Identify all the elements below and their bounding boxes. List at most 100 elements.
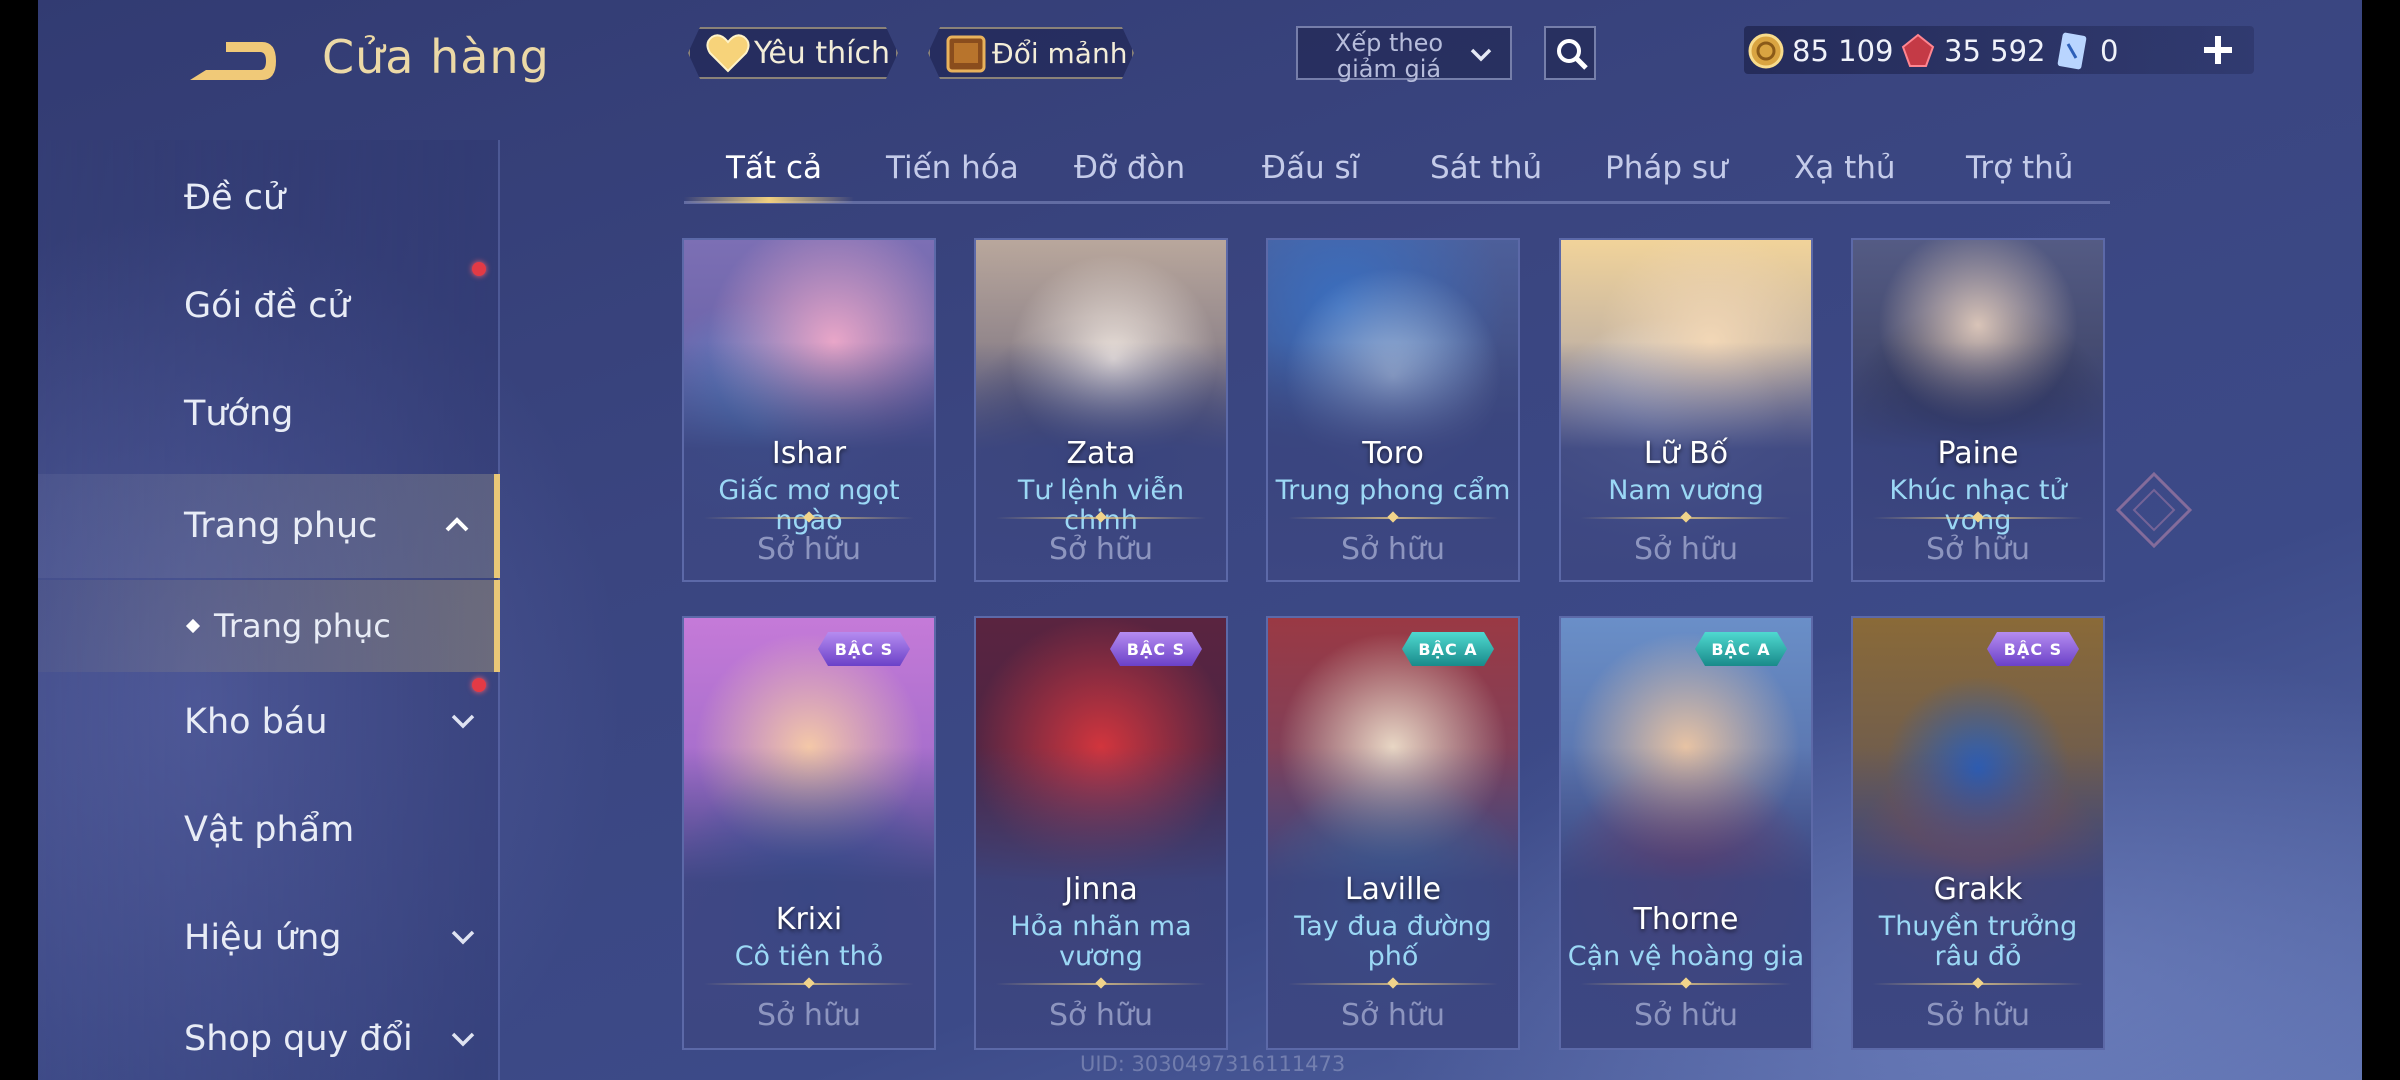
- hero-name: Grakk: [1933, 872, 2023, 907]
- sidebar-item-effects[interactable]: Hiệu ứng: [38, 890, 500, 986]
- sidebar-item-recommended[interactable]: Đề cử: [38, 150, 500, 246]
- voucher-amount: 0: [2100, 34, 2119, 68]
- skin-card[interactable]: Lữ Bố Nam vương Sở hữu: [1559, 238, 1813, 582]
- tab-tank[interactable]: Đỡ đòn: [1074, 150, 1185, 186]
- skin-card[interactable]: Toro Trung phong cẩm Sở hữu: [1266, 238, 1520, 582]
- chevron-down-icon: [451, 1032, 475, 1047]
- hero-name: Zata: [1066, 436, 1136, 471]
- sidebar-item-label: Shop quy đổi: [184, 1019, 413, 1059]
- right-letterbox: [2362, 0, 2400, 1080]
- sidebar-item-label: Hiệu ứng: [184, 918, 342, 958]
- tab-all[interactable]: Tất cả: [726, 150, 822, 186]
- sidebar-item-label: Kho báu: [184, 702, 328, 742]
- left-letterbox: [0, 0, 38, 1080]
- chevron-down-icon: [451, 714, 475, 729]
- sidebar-item-label: Vật phẩm: [184, 810, 355, 850]
- sidebar-item-label: Đề cử: [184, 178, 286, 218]
- voucher-currency: 0: [2056, 28, 2118, 74]
- sidebar-item-heroes[interactable]: Tướng: [38, 366, 500, 462]
- sidebar-item-label: Trang phục: [214, 607, 391, 645]
- hero-name: Krixi: [775, 902, 843, 937]
- sidebar-item-items[interactable]: Vật phẩm: [38, 782, 500, 878]
- tab-evolution[interactable]: Tiến hóa: [886, 150, 1019, 186]
- search-button[interactable]: [1544, 26, 1596, 80]
- gold-currency: 85 109: [1748, 28, 1893, 74]
- shard-exchange-label: Đổi mảnh: [992, 36, 1128, 70]
- hero-name: Ishar: [771, 436, 847, 471]
- sort-dropdown[interactable]: Xếp theo giảm giá: [1296, 26, 1512, 83]
- tier-badge: BẬC S: [1987, 632, 2079, 666]
- skin-card[interactable]: BẬC S Grakk Thuyền trưởng râu đỏ Sở hữu: [1851, 616, 2105, 1050]
- skin-name: Cô tiên thỏ: [734, 941, 884, 972]
- skin-name: Tư lệnh viễn chinh: [1017, 475, 1185, 536]
- skin-name: Giấc mơ ngọt ngào: [718, 475, 900, 536]
- owned-status: Sở hữu: [1926, 532, 2030, 567]
- heart-icon: [706, 33, 750, 73]
- sidebar-item-treasure[interactable]: Kho báu: [38, 674, 500, 770]
- tier-badge: BẬC S: [818, 632, 910, 666]
- sidebar-item-exchange-shop[interactable]: Shop quy đổi: [38, 998, 500, 1080]
- favorite-button[interactable]: Yêu thích: [688, 27, 898, 79]
- red-gem-icon: [1901, 33, 1935, 67]
- skin-name: Hỏa nhãn ma vương: [1010, 911, 1192, 972]
- sidebar-item-recommended-packs[interactable]: Gói đề cử: [38, 258, 500, 354]
- skin-card[interactable]: Ishar Giấc mơ ngọt ngào Sở hữu: [682, 238, 936, 582]
- sidebar-item-label: Trang phục: [184, 506, 378, 546]
- owned-status: Sở hữu: [1926, 998, 2030, 1033]
- hero-name: Thorne: [1633, 902, 1739, 937]
- hero-name: Paine: [1937, 436, 2019, 471]
- skin-card[interactable]: Zata Tư lệnh viễn chinh Sở hữu: [974, 238, 1228, 582]
- search-icon: [1557, 39, 1588, 70]
- role-tabs: Tất cả Tiến hóa Đỡ đòn Đấu sĩ Sát thủ Ph…: [684, 140, 2110, 204]
- skin-card[interactable]: BẬC A Thorne Cận vệ hoàng gia Sở hữu: [1559, 616, 1813, 1050]
- tier-badge: BẬC S: [1110, 632, 1202, 666]
- shard-exchange-button[interactable]: Đổi mảnh: [928, 27, 1134, 79]
- chevron-down-icon: [1470, 48, 1492, 62]
- hero-name: Jinna: [1064, 872, 1138, 907]
- gem-amount: 35 592: [1944, 34, 2046, 68]
- add-currency-icon[interactable]: [2198, 30, 2238, 70]
- diamond-bullet-icon: [185, 618, 201, 634]
- voucher-icon: [2057, 32, 2087, 70]
- skin-card[interactable]: Paine Khúc nhạc tử vong Sở hữu: [1851, 238, 2105, 582]
- tier-badge: BẬC A: [1402, 632, 1494, 666]
- hero-name: Toro: [1362, 436, 1424, 471]
- chevron-up-icon: [445, 517, 469, 532]
- owned-status: Sở hữu: [1341, 532, 1445, 567]
- tab-fighter[interactable]: Đấu sĩ: [1262, 150, 1359, 186]
- gold-coin-icon: [1748, 33, 1784, 69]
- skin-card[interactable]: BẬC A Laville Tay đua đường phố Sở hữu: [1266, 616, 1520, 1050]
- owned-status: Sở hữu: [757, 532, 861, 567]
- page-title: Cửa hàng: [322, 30, 550, 84]
- tab-mage[interactable]: Pháp sư: [1605, 150, 1728, 186]
- skin-name: Tay đua đường phố: [1294, 911, 1492, 972]
- skin-name: Trung phong cẩm: [1275, 475, 1511, 506]
- tab-marksman[interactable]: Xạ thủ: [1794, 150, 1896, 186]
- tab-support[interactable]: Trợ thủ: [1966, 150, 2073, 186]
- skin-name: Khúc nhạc tử vong: [1889, 475, 2067, 536]
- sidebar-item-label: Tướng: [184, 394, 294, 434]
- active-tab-indicator: [684, 197, 854, 203]
- skin-card[interactable]: BẬC S Krixi Cô tiên thỏ Sở hữu: [682, 616, 936, 1050]
- owned-status: Sở hữu: [1049, 532, 1153, 567]
- favorite-label: Yêu thích: [754, 35, 890, 71]
- tier-badge: BẬC A: [1695, 632, 1787, 666]
- owned-status: Sở hữu: [1634, 532, 1738, 567]
- sidebar-item-label: Gói đề cử: [184, 286, 350, 326]
- hero-name: Lữ Bố: [1643, 436, 1729, 471]
- sidebar-item-costumes[interactable]: Trang phục: [38, 474, 500, 578]
- gold-amount: 85 109: [1792, 34, 1894, 68]
- skin-card[interactable]: BẬC S Jinna Hỏa nhãn ma vương Sở hữu: [974, 616, 1228, 1050]
- back-arrow-icon[interactable]: [186, 36, 280, 86]
- gem-currency: 35 592: [1900, 28, 2045, 74]
- tab-assassin[interactable]: Sát thủ: [1430, 150, 1542, 186]
- sidebar-subitem-costumes[interactable]: Trang phục: [38, 580, 500, 672]
- sort-label: Xếp theo giảm giá: [1334, 29, 1444, 83]
- hero-name: Laville: [1344, 872, 1442, 907]
- skin-name: Nam vương: [1608, 475, 1764, 506]
- notification-dot: [472, 262, 486, 276]
- uid-label: UID: 3030497316111473: [1080, 1052, 1346, 1076]
- diamond-ornament-icon: [2115, 471, 2193, 549]
- chevron-down-icon: [451, 930, 475, 945]
- owned-status: Sở hữu: [757, 998, 861, 1033]
